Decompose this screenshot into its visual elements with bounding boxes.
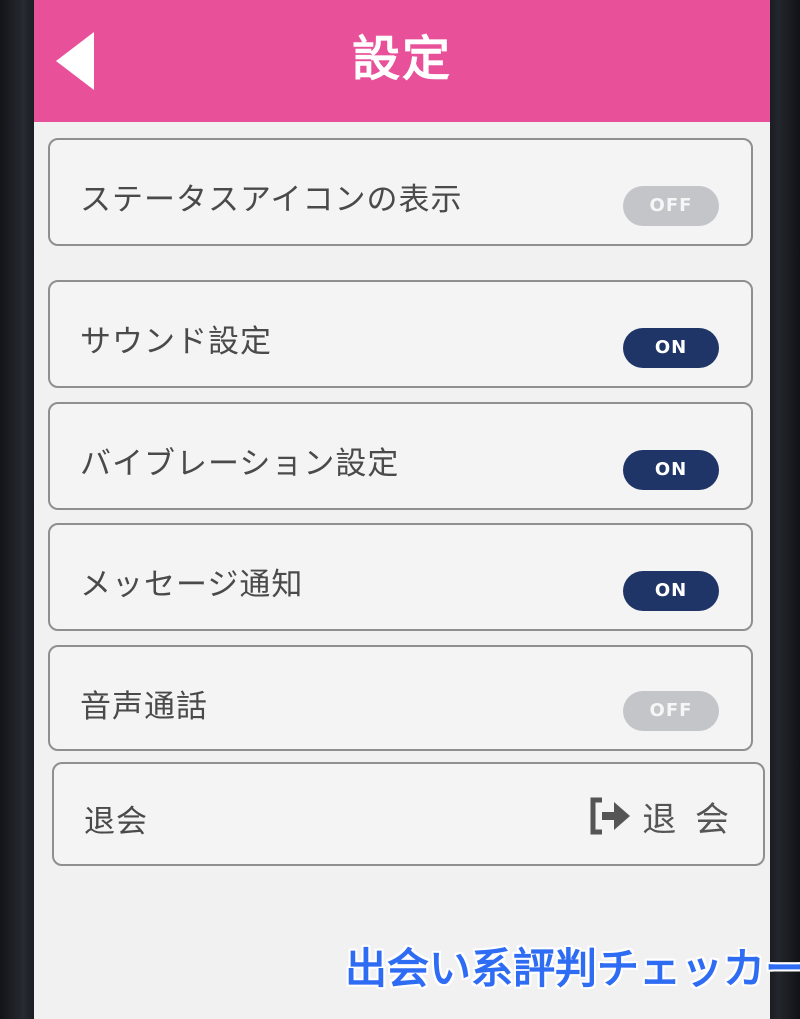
toggle-sound[interactable]: ON	[623, 328, 719, 368]
setting-label-vibration: バイブレーション設定	[80, 446, 400, 482]
toggle-voice-call[interactable]: OFF	[623, 691, 719, 731]
withdraw-button-label: 退 会	[642, 799, 733, 840]
withdraw-button[interactable]: 退 会	[588, 794, 733, 840]
toggle-message-notification[interactable]: ON	[623, 571, 719, 611]
device-bezel-left	[0, 0, 34, 1019]
header-bar: 設定	[34, 0, 770, 122]
back-arrow-icon	[56, 32, 94, 90]
setting-label-withdraw: 退会	[84, 804, 148, 840]
setting-row-status-icon: ステータスアイコンの表示 OFF	[48, 138, 753, 246]
toggle-status-icon[interactable]: OFF	[623, 186, 719, 226]
sign-out-icon	[590, 797, 631, 835]
setting-label-status-icon: ステータスアイコンの表示	[80, 182, 463, 218]
toggle-vibration[interactable]: ON	[623, 450, 719, 490]
setting-row-voice-call: 音声通話 OFF	[48, 645, 753, 751]
page-title: 設定	[351, 31, 452, 87]
device-bezel-right	[770, 0, 800, 1019]
setting-label-sound: サウンド設定	[80, 324, 272, 360]
setting-row-sound: サウンド設定 ON	[48, 280, 753, 388]
setting-label-voice-call: 音声通話	[80, 689, 208, 725]
setting-row-withdraw: 退会 退 会	[52, 762, 765, 866]
settings-screen: 設定 ステータスアイコンの表示 OFF サウンド設定 ON バイブレーション設定…	[34, 0, 770, 1019]
setting-row-vibration: バイブレーション設定 ON	[48, 402, 753, 510]
back-button[interactable]	[52, 30, 100, 92]
watermark-text: 出会い系評判チェッカー	[345, 944, 800, 993]
setting-row-message-notification: メッセージ通知 ON	[48, 523, 753, 631]
setting-label-message-notification: メッセージ通知	[80, 567, 304, 603]
